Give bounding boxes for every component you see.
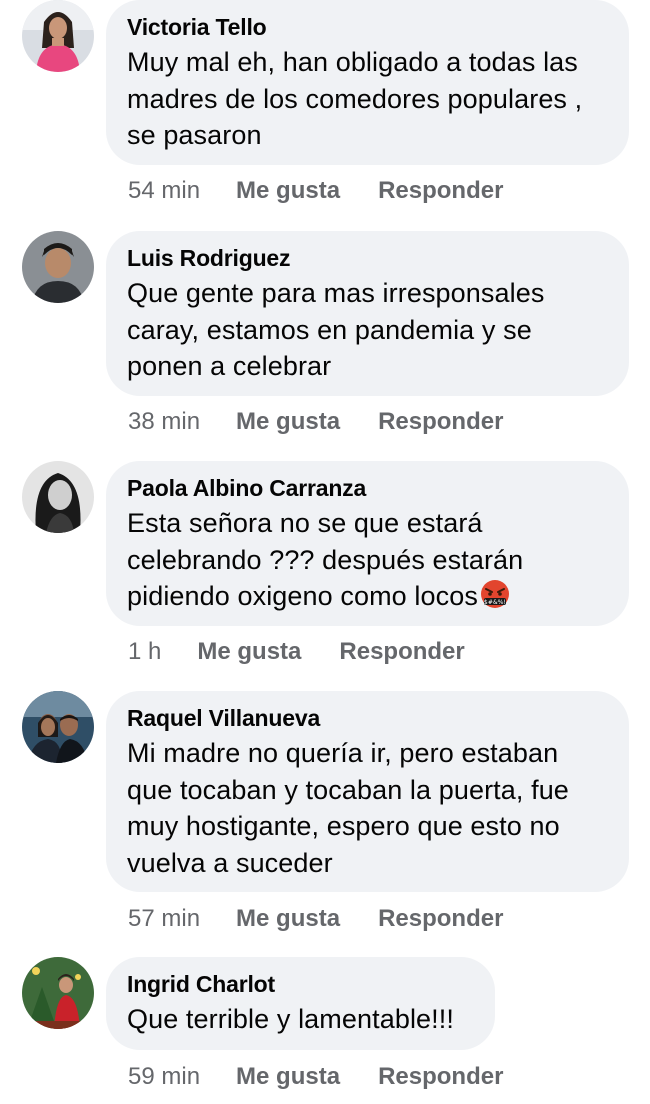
comment-actions: 1 h Me gusta Responder — [128, 638, 465, 666]
avatar[interactable] — [22, 231, 94, 303]
reply-button[interactable]: Responder — [378, 408, 503, 435]
comment-bubble: Ingrid Charlot Que terrible y lamentable… — [106, 957, 495, 1050]
comment-author[interactable]: Raquel Villanueva — [127, 703, 609, 733]
avatar[interactable] — [22, 957, 94, 1029]
like-button[interactable]: Me gusta — [236, 408, 340, 435]
comment-text: Esta señora no se que estará celebrando … — [127, 505, 609, 615]
comment-timestamp[interactable]: 54 min — [128, 177, 200, 204]
avatar-man-icon — [22, 231, 94, 303]
comment-text: Que gente para mas irresponsales caray, … — [127, 278, 545, 381]
reply-button[interactable]: Responder — [378, 1063, 503, 1090]
comment-author[interactable]: Ingrid Charlot — [127, 969, 475, 999]
comment-timestamp[interactable]: 38 min — [128, 408, 200, 435]
avatar-christmas-icon — [22, 957, 94, 1029]
comment-actions: 38 min Me gusta Responder — [128, 408, 503, 436]
comment-bubble: Paola Albino Carranza Esta señora no se … — [106, 461, 629, 626]
like-button[interactable]: Me gusta — [236, 905, 340, 932]
like-button[interactable]: Me gusta — [236, 1063, 340, 1090]
avatar[interactable] — [22, 461, 94, 533]
comment-bubble: Luis Rodriguez Que gente para mas irresp… — [106, 231, 629, 396]
avatar-woman-pink-top-icon — [22, 0, 94, 72]
avatar-couple-icon — [22, 691, 94, 763]
comment-actions: 57 min Me gusta Responder — [128, 905, 503, 933]
comment-text-content: Esta señora no se que estará celebrando … — [127, 508, 524, 611]
comment-actions: 54 min Me gusta Responder — [128, 177, 503, 205]
comment-text: Mi madre no quería ir, pero estaban que … — [127, 738, 569, 878]
comment-bubble: Victoria Tello Muy mal eh, han obligado … — [106, 0, 629, 165]
cursing-face-emoji-icon: $#&%! — [480, 580, 509, 608]
comment-timestamp[interactable]: 1 h — [128, 638, 161, 665]
comment-text: Muy mal eh, han obligado a todas las mad… — [127, 47, 583, 150]
comment-bubble: Raquel Villanueva Mi madre no quería ir,… — [106, 691, 629, 892]
like-button[interactable]: Me gusta — [236, 177, 340, 204]
comment-timestamp[interactable]: 57 min — [128, 905, 200, 932]
like-button[interactable]: Me gusta — [197, 638, 301, 665]
reply-button[interactable]: Responder — [378, 905, 503, 932]
comment-text: Que terrible y lamentable!!! — [127, 1004, 454, 1034]
comment-actions: 59 min Me gusta Responder — [128, 1063, 503, 1091]
avatar-woman-bw-icon — [22, 461, 94, 533]
avatar[interactable] — [22, 691, 94, 763]
comment-author[interactable]: Paola Albino Carranza — [127, 473, 609, 503]
comment-author[interactable]: Luis Rodriguez — [127, 243, 609, 273]
comment-timestamp[interactable]: 59 min — [128, 1063, 200, 1090]
svg-text:$#&%!: $#&%! — [484, 599, 506, 606]
reply-button[interactable]: Responder — [378, 177, 503, 204]
avatar[interactable] — [22, 0, 94, 72]
reply-button[interactable]: Responder — [339, 638, 464, 665]
comment-author[interactable]: Victoria Tello — [127, 12, 609, 42]
